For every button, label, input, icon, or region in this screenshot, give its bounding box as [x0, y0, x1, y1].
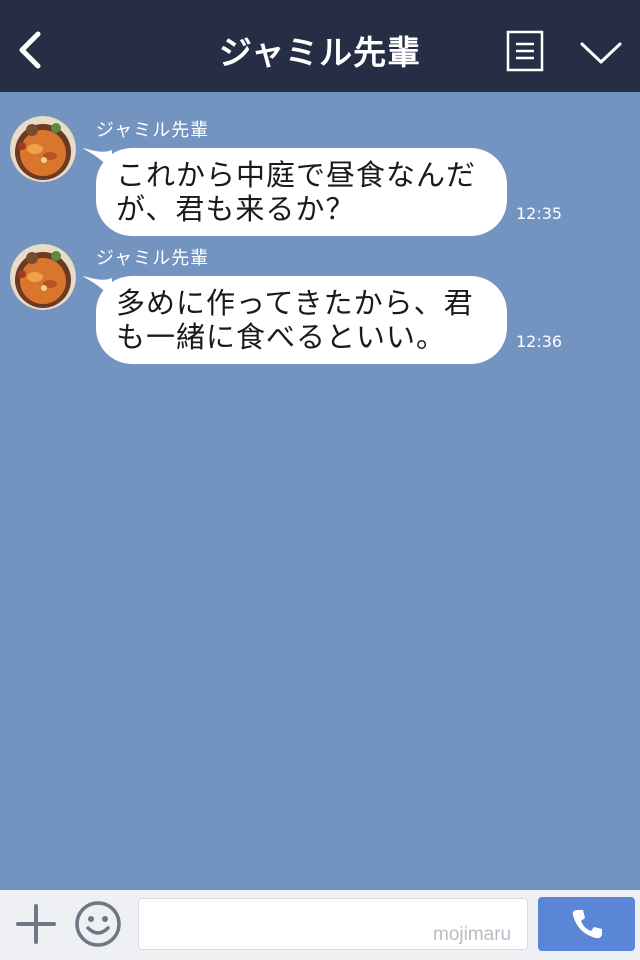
message-text-line: 多めに作ってきたから、君	[116, 286, 474, 320]
smiley-icon	[75, 901, 121, 947]
add-button[interactable]	[14, 902, 58, 946]
message-row: ジャミル先輩 これから中庭で昼食なんだ が、君も来るか？ 12:35	[0, 92, 640, 236]
chevron-down-icon	[580, 42, 622, 64]
back-button[interactable]	[10, 24, 54, 72]
curry-food-image	[10, 116, 76, 182]
sender-name: ジャミル先輩	[96, 248, 210, 269]
sender-name: ジャミル先輩	[96, 120, 210, 141]
notes-icon	[506, 30, 544, 72]
notes-button[interactable]	[506, 30, 544, 74]
phone-icon	[572, 910, 602, 939]
collapse-button[interactable]	[578, 38, 624, 68]
message-bubble[interactable]: 多めに作ってきたから、君 も一緒に食べるといい。	[96, 276, 507, 364]
plus-icon	[16, 904, 56, 944]
chat-title: ジャミル先輩	[218, 33, 422, 72]
message-row: ジャミル先輩 多めに作ってきたから、君 も一緒に食べるといい。 12:36	[0, 220, 640, 364]
chevron-left-icon	[19, 31, 41, 69]
message-time: 12:36	[516, 332, 563, 351]
chat-header: ジャミル先輩	[0, 0, 640, 92]
avatar[interactable]	[10, 116, 76, 182]
curry-food-image	[10, 244, 76, 310]
chat-area[interactable]: ジャミル先輩 これから中庭で昼食なんだ が、君も来るか？ 12:35 ジャミル先…	[0, 92, 640, 890]
emoji-button[interactable]	[74, 900, 122, 948]
call-button[interactable]	[538, 897, 635, 951]
message-text-line: も一緒に食べるといい。	[116, 320, 447, 354]
watermark: mojimaru	[433, 924, 512, 945]
message-text-line: これから中庭で昼食なんだ	[116, 158, 477, 192]
composer-bar: mojimaru	[0, 890, 640, 960]
avatar[interactable]	[10, 244, 76, 310]
